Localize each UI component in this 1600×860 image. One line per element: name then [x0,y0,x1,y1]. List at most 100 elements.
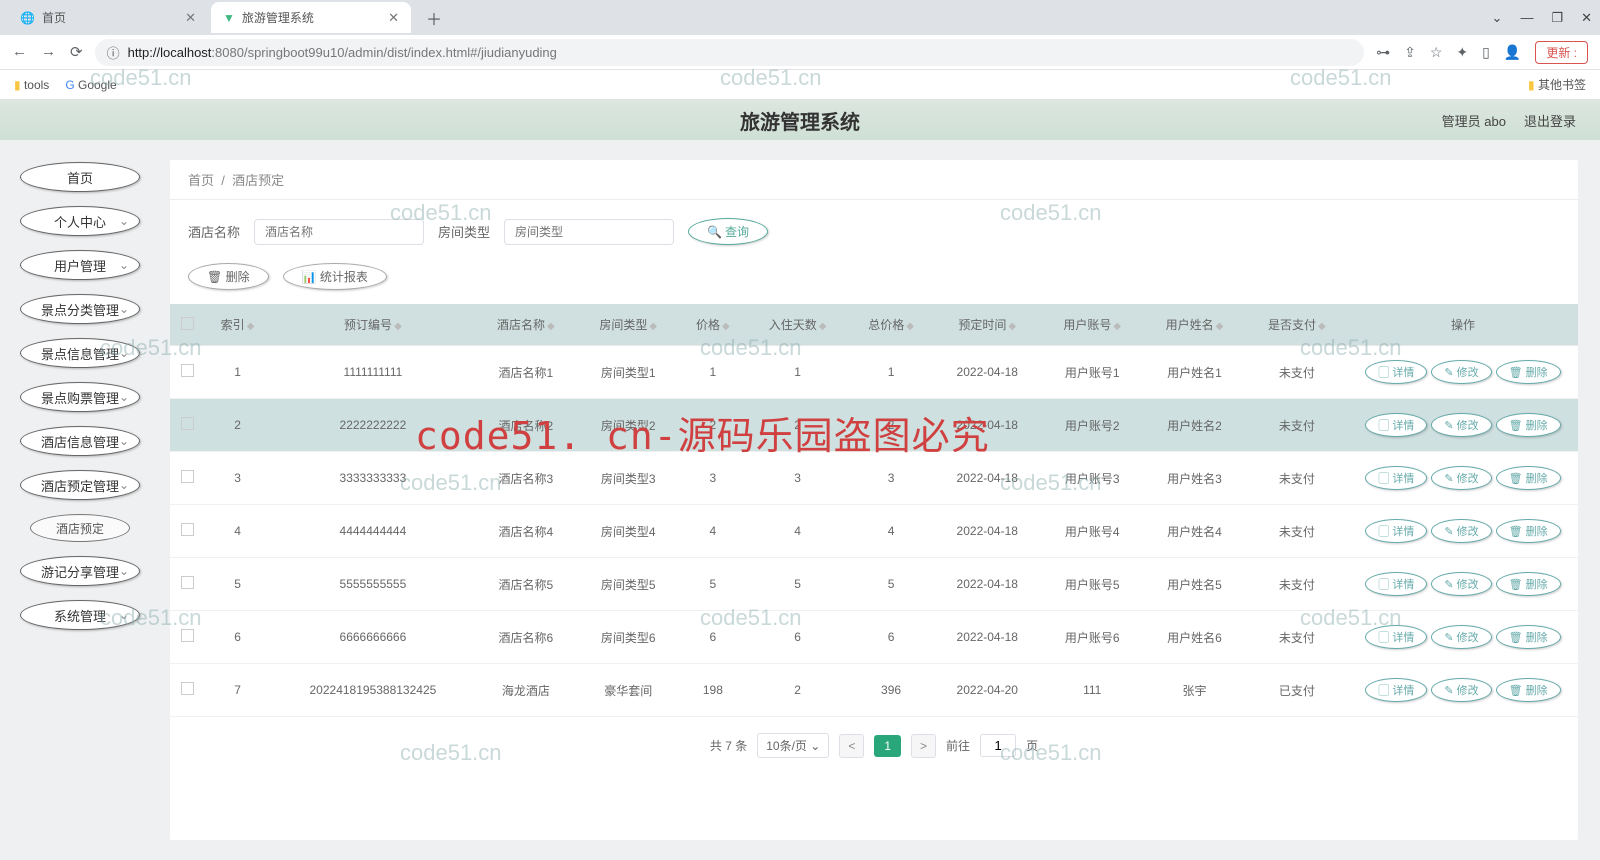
col-header[interactable]: 用户姓名◆ [1143,304,1245,346]
sidebar: 首页个人中心用户管理景点分类管理景点信息管理景点购票管理酒店信息管理酒店预定管理… [0,150,160,860]
edit-button[interactable]: ✎ 修改 [1431,466,1491,490]
row-checkbox[interactable] [181,629,194,642]
row-checkbox[interactable] [181,364,194,377]
breadcrumb: 首页 / 酒店预定 [170,160,1578,200]
edit-button[interactable]: ✎ 修改 [1431,625,1491,649]
logout-link[interactable]: 退出登录 [1524,111,1576,130]
row-checkbox[interactable] [181,417,194,430]
row-delete-button[interactable]: 🗑 删除 [1496,678,1561,702]
row-delete-button[interactable]: 🗑 删除 [1496,360,1561,384]
url-input[interactable]: ⓘ http://localhost:8080/springboot99u10/… [95,39,1365,66]
row-delete-button[interactable]: 🗑 删除 [1496,519,1561,543]
col-header[interactable]: 是否支付◆ [1246,304,1348,346]
edit-button[interactable]: ✎ 修改 [1431,572,1491,596]
sidebar-subitem[interactable]: 酒店预定 [30,514,130,542]
pager-jump-input[interactable] [980,734,1016,757]
detail-button[interactable]: ▢ 详情 [1365,625,1427,649]
min-icon[interactable]: — [1520,10,1533,26]
detail-button[interactable]: ▢ 详情 [1365,466,1427,490]
pager-size[interactable]: 10条/页 ⌄ [757,733,829,758]
col-header[interactable]: 房间类型◆ [577,304,679,346]
col-header[interactable]: 酒店名称◆ [475,304,577,346]
detail-button[interactable]: ▢ 详情 [1365,678,1427,702]
back-icon[interactable]: ← [12,43,27,61]
bc-current: 酒店预定 [232,173,284,188]
close-icon[interactable]: ✕ [185,10,196,26]
app-title: 旅游管理系统 [740,106,860,135]
close-icon[interactable]: ✕ [1581,10,1592,26]
col-header[interactable]: 预定时间◆ [933,304,1041,346]
col-header[interactable]: 索引◆ [204,304,271,346]
bookmark-google[interactable]: G Google [65,78,116,92]
sidebar-item[interactable]: 酒店信息管理 [20,426,140,456]
row-delete-button[interactable]: 🗑 删除 [1496,413,1561,437]
col-header[interactable] [170,304,204,346]
share-icon[interactable]: ⇪ [1404,44,1416,61]
filter-label-hotel: 酒店名称 [188,222,240,241]
edit-button[interactable]: ✎ 修改 [1431,678,1491,702]
tab-add-button[interactable]: ＋ [414,6,454,30]
query-button[interactable]: 🔍 查询 [688,218,768,245]
sidebar-item[interactable]: 首页 [20,162,140,192]
row-delete-button[interactable]: 🗑 删除 [1496,625,1561,649]
row-checkbox[interactable] [181,576,194,589]
sidebar-item[interactable]: 景点购票管理 [20,382,140,412]
detail-button[interactable]: ▢ 详情 [1365,519,1427,543]
checkbox-all[interactable] [181,317,194,330]
sidebar-item[interactable]: 酒店预定管理 [20,470,140,500]
dropdown-icon[interactable]: ⌄ [1492,10,1503,26]
col-header[interactable]: 操作 [1348,304,1578,346]
sidebar-item[interactable]: 系统管理 [20,600,140,630]
row-checkbox[interactable] [181,470,194,483]
col-header[interactable]: 预订编号◆ [271,304,475,346]
filter-input-hotel[interactable] [254,219,424,245]
stats-button[interactable]: 📊 统计报表 [283,263,387,290]
pager-current[interactable]: 1 [874,735,901,757]
col-header[interactable]: 价格◆ [679,304,746,346]
bc-home[interactable]: 首页 [188,173,214,188]
edit-button[interactable]: ✎ 修改 [1431,413,1491,437]
star-icon[interactable]: ☆ [1430,44,1443,61]
col-header[interactable]: 总价格◆ [849,304,934,346]
bookmark-other[interactable]: ▮ 其他书签 [1528,76,1586,93]
filter-input-room[interactable] [504,219,674,245]
restore-icon[interactable]: ❐ [1551,10,1563,26]
pager-total: 共 7 条 [710,737,747,754]
sidebar-item[interactable]: 景点信息管理 [20,338,140,368]
ext-icon[interactable]: ✦ [1456,44,1468,61]
edit-button[interactable]: ✎ 修改 [1431,360,1491,384]
update-button[interactable]: 更新 : [1535,41,1588,64]
bookmark-bar: ▮ tools G Google ▮ 其他书签 [0,70,1600,100]
sidebar-item[interactable]: 个人中心 [20,206,140,236]
table-row: 55555555555酒店名称5房间类型55552022-04-18用户账号5用… [170,558,1578,611]
sidebar-item[interactable]: 用户管理 [20,250,140,280]
close-icon[interactable]: ✕ [388,10,399,26]
profile-icon[interactable]: 👤 [1504,44,1521,61]
tab-home[interactable]: 🌐 首页 ✕ [8,2,208,33]
forward-icon[interactable]: → [41,43,56,61]
row-delete-button[interactable]: 🗑 删除 [1496,466,1561,490]
address-bar: ← → ⟳ ⓘ http://localhost:8080/springboot… [0,35,1600,70]
sidebar-item[interactable]: 游记分享管理 [20,556,140,586]
detail-button[interactable]: ▢ 详情 [1365,572,1427,596]
detail-button[interactable]: ▢ 详情 [1365,413,1427,437]
table-row: 72022418195388132425海龙酒店豪华套间19823962022-… [170,664,1578,717]
info-icon: ⓘ [107,43,120,62]
table-row: 66666666666酒店名称6房间类型66662022-04-18用户账号6用… [170,611,1578,664]
bookmark-tools[interactable]: ▮ tools [14,78,49,92]
edit-button[interactable]: ✎ 修改 [1431,519,1491,543]
col-header[interactable]: 入住天数◆ [746,304,848,346]
panel-icon[interactable]: ▯ [1482,44,1490,61]
row-checkbox[interactable] [181,523,194,536]
row-checkbox[interactable] [181,682,194,695]
col-header[interactable]: 用户账号◆ [1041,304,1143,346]
delete-button[interactable]: 🗑 删除 [188,263,269,290]
tab-active[interactable]: ▼ 旅游管理系统 ✕ [211,2,411,33]
pager-next[interactable]: > [911,734,936,758]
detail-button[interactable]: ▢ 详情 [1365,360,1427,384]
pager-prev[interactable]: < [839,734,864,758]
key-icon[interactable]: ⊶ [1376,44,1390,61]
reload-icon[interactable]: ⟳ [70,43,83,61]
row-delete-button[interactable]: 🗑 删除 [1496,572,1561,596]
sidebar-item[interactable]: 景点分类管理 [20,294,140,324]
